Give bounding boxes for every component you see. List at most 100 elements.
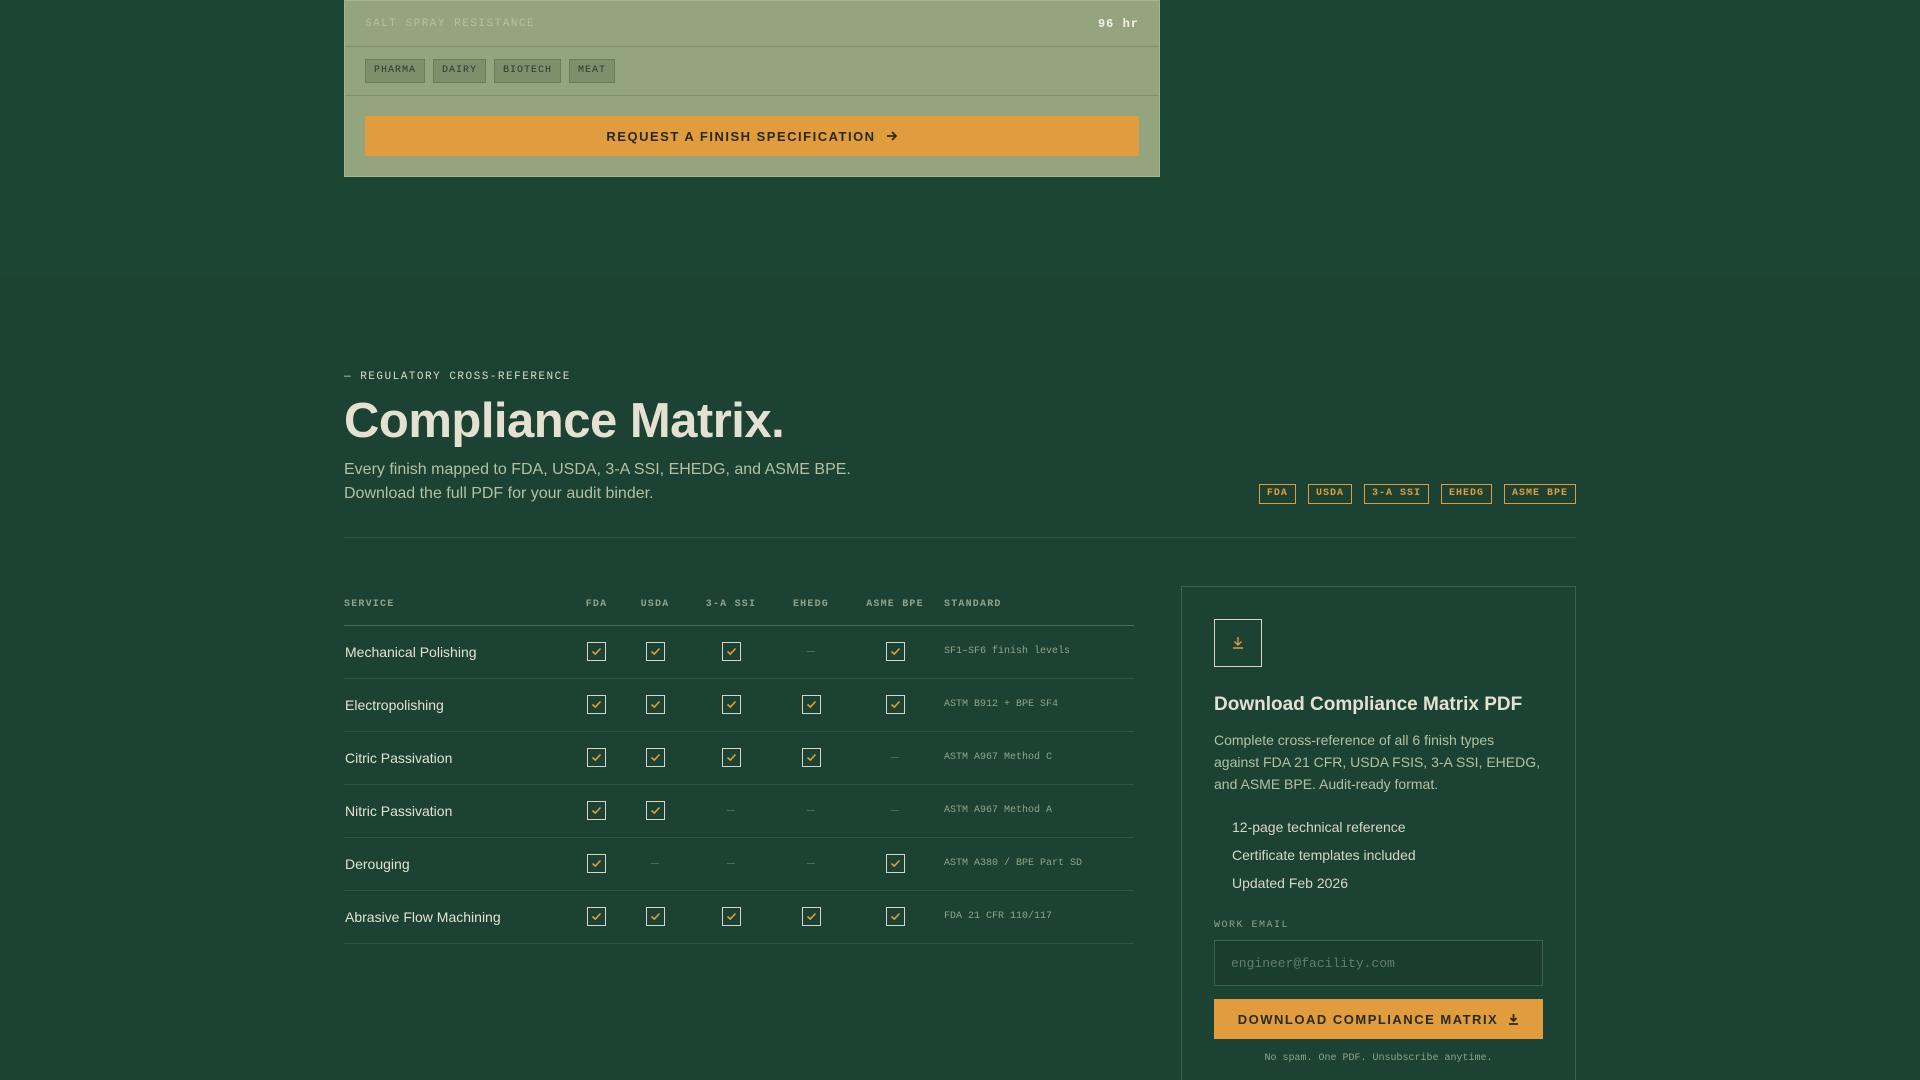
service-name: Nitric Passivation bbox=[344, 784, 569, 838]
feature-item: Certificate templates included bbox=[1232, 847, 1416, 863]
dash-icon bbox=[727, 809, 735, 811]
standard-reference: ASTM A967 Method C bbox=[944, 731, 1134, 785]
request-specification-button[interactable]: REQUEST A FINISH SPECIFICATION bbox=[365, 116, 1139, 156]
standard-reference: FDA 21 CFR 110/117 bbox=[944, 890, 1134, 944]
service-name: Citric Passivation bbox=[344, 731, 569, 785]
section-subtitle: Every finish mapped to FDA, USDA, 3-A SS… bbox=[344, 461, 851, 502]
dash-icon bbox=[651, 862, 659, 864]
download-matrix-button[interactable]: DOWNLOAD COMPLIANCE MATRIX bbox=[1214, 999, 1543, 1039]
cell-ehedg bbox=[776, 837, 846, 891]
cell-3a-ssi bbox=[686, 784, 776, 838]
request-specification-label: REQUEST A FINISH SPECIFICATION bbox=[606, 128, 876, 144]
cell-fda bbox=[569, 890, 624, 944]
table-row: Abrasive Flow Machining FDA 21 CFR 110/11… bbox=[344, 890, 1134, 944]
column-header-standard: STANDARD bbox=[944, 585, 1134, 626]
check-icon bbox=[587, 907, 606, 926]
cell-3a-ssi bbox=[686, 731, 776, 785]
download-description: Complete cross-reference of all 6 finish… bbox=[1214, 732, 1540, 792]
standard-badge: FDA bbox=[1258, 484, 1296, 504]
column-header-usda: USDA bbox=[624, 585, 686, 626]
cell-asme-bpe bbox=[846, 731, 944, 785]
table-header-row: SERVICE FDA USDA 3-A SSI EHEDG ASME BPE … bbox=[344, 585, 1134, 626]
service-name: Electropolishing bbox=[344, 678, 569, 732]
check-icon bbox=[587, 748, 606, 767]
check-icon bbox=[885, 854, 905, 873]
check-icon bbox=[587, 695, 606, 714]
check-icon bbox=[587, 854, 606, 873]
check-icon bbox=[885, 907, 905, 926]
arrow-right-icon bbox=[886, 131, 897, 141]
service-name: Derouging bbox=[344, 837, 569, 891]
dash-icon bbox=[807, 650, 815, 652]
feature-item: Updated Feb 2026 bbox=[1232, 875, 1348, 891]
fine-print: No spam. One PDF. Unsubscribe anytime. bbox=[1264, 1053, 1493, 1064]
check-icon bbox=[801, 695, 821, 714]
standard-badge: EHEDG bbox=[1440, 484, 1492, 504]
cell-usda bbox=[624, 625, 686, 679]
check-icon bbox=[645, 642, 665, 661]
download-card: Download Compliance Matrix PDF Complete … bbox=[1181, 586, 1576, 1080]
check-icon bbox=[885, 695, 905, 714]
cell-3a-ssi bbox=[686, 678, 776, 732]
industry-tags: PHARMA DAIRY BIOTECH MEAT bbox=[345, 47, 1159, 96]
industry-tag: DAIRY bbox=[433, 59, 487, 83]
check-icon bbox=[721, 695, 741, 714]
section-divider bbox=[344, 537, 1576, 538]
dash-icon bbox=[891, 756, 899, 758]
check-icon bbox=[645, 907, 665, 926]
cell-asme-bpe bbox=[846, 890, 944, 944]
check-icon bbox=[721, 748, 741, 767]
cell-usda bbox=[624, 890, 686, 944]
dash-icon bbox=[727, 862, 735, 864]
download-title: Download Compliance Matrix PDF bbox=[1214, 694, 1523, 715]
check-icon bbox=[801, 907, 821, 926]
table-row: Mechanical Polishing SF1–SF6 finish level… bbox=[344, 625, 1134, 679]
dash-icon bbox=[891, 809, 899, 811]
cell-ehedg bbox=[776, 890, 846, 944]
work-email-input[interactable] bbox=[1214, 940, 1543, 986]
column-header-asme-bpe: ASME BPE bbox=[846, 585, 944, 626]
industry-tag: MEAT bbox=[569, 59, 616, 83]
standard-reference: SF1–SF6 finish levels bbox=[944, 625, 1134, 679]
dash-icon bbox=[807, 862, 815, 864]
standard-badges: FDA USDA 3-A SSI EHEDG ASME BPE bbox=[1258, 484, 1576, 504]
cell-3a-ssi bbox=[686, 625, 776, 679]
cell-usda bbox=[624, 837, 686, 891]
check-icon bbox=[801, 748, 821, 767]
spec-row: SALT SPRAY RESISTANCE 96 hr bbox=[345, 1, 1159, 47]
cell-asme-bpe bbox=[846, 678, 944, 732]
column-header-service: SERVICE bbox=[344, 585, 569, 626]
cell-ehedg bbox=[776, 784, 846, 838]
cell-ehedg bbox=[776, 625, 846, 679]
cell-asme-bpe bbox=[846, 837, 944, 891]
email-label: WORK EMAIL bbox=[1214, 920, 1290, 931]
check-icon bbox=[587, 801, 606, 820]
column-header-ehedg: EHEDG bbox=[776, 585, 846, 626]
cell-asme-bpe bbox=[846, 625, 944, 679]
cell-usda bbox=[624, 678, 686, 732]
cell-fda bbox=[569, 784, 624, 838]
standard-reference: ASTM B912 + BPE SF4 bbox=[944, 678, 1134, 732]
standard-badge: 3-A SSI bbox=[1363, 484, 1429, 504]
check-icon bbox=[645, 748, 665, 767]
cell-ehedg bbox=[776, 678, 846, 732]
cell-fda bbox=[569, 731, 624, 785]
spec-label: SALT SPRAY RESISTANCE bbox=[365, 17, 536, 30]
cell-ehedg bbox=[776, 731, 846, 785]
finish-card: SALT SPRAY RESISTANCE 96 hr PHARMA DAIRY… bbox=[344, 0, 1160, 177]
cell-usda bbox=[624, 731, 686, 785]
standard-badge: ASME BPE bbox=[1503, 484, 1576, 504]
table-row: Electropolishing ASTM B912 + BPE SF4 bbox=[344, 678, 1134, 732]
industry-tag: PHARMA bbox=[365, 59, 426, 83]
cell-fda bbox=[569, 837, 624, 891]
check-icon bbox=[721, 907, 741, 926]
service-name: Mechanical Polishing bbox=[344, 625, 569, 679]
download-matrix-label: DOWNLOAD COMPLIANCE MATRIX bbox=[1237, 1011, 1499, 1027]
check-icon bbox=[645, 695, 665, 714]
industry-tag: BIOTECH bbox=[494, 59, 562, 83]
dash-icon bbox=[807, 809, 815, 811]
cell-usda bbox=[624, 784, 686, 838]
service-name: Abrasive Flow Machining bbox=[344, 890, 569, 944]
check-icon bbox=[587, 642, 606, 661]
table-row: Citric Passivation ASTM A967 Method C bbox=[344, 731, 1134, 785]
